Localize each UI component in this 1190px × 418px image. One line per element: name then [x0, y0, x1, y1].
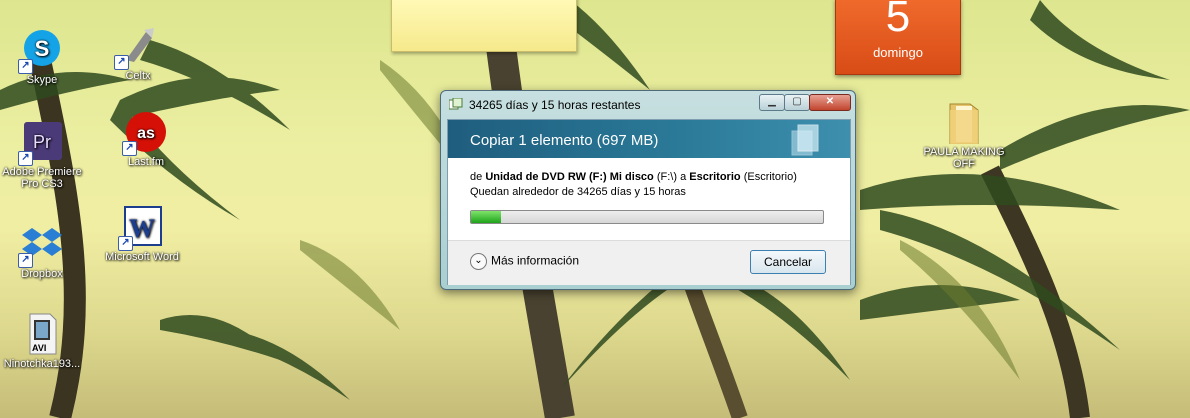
word-icon: W ↗	[118, 205, 164, 251]
copy-dialog[interactable]: 34265 días y 15 horas restantes ▁ ▢ ✕ Co…	[440, 90, 856, 290]
calendar-day: 5	[885, 0, 911, 41]
icon-label: Last.fm	[127, 156, 165, 168]
close-button[interactable]: ✕	[809, 94, 851, 111]
icon-label: Microsoft Word	[105, 251, 179, 263]
progress-fill	[471, 211, 501, 223]
from-prefix: de	[470, 171, 483, 183]
dialog-footer: ⌄ Más información Cancelar	[448, 240, 850, 285]
desktop-icon-lastfm[interactable]: as ↗ Last.fm	[100, 110, 192, 168]
dialog-header-band: Copiar 1 elemento (697 MB)	[448, 120, 850, 158]
more-info-toggle[interactable]: ⌄ Más información	[470, 253, 579, 270]
minimize-button[interactable]: ▁	[759, 94, 785, 111]
skype-icon: S ↗	[18, 28, 64, 74]
shortcut-arrow-icon: ↗	[18, 253, 33, 268]
copy-source-line: de Unidad de DVD RW (F:) Mi disco (F:\) …	[470, 170, 797, 185]
icon-label: Dropbox	[21, 268, 63, 280]
icon-label: Celtx	[125, 70, 151, 82]
destination-name[interactable]: Escritorio	[689, 171, 740, 183]
premiere-icon: Pr ↗	[18, 120, 64, 166]
desktop-icon-celtx[interactable]: ↗ Celtx	[92, 24, 184, 82]
desktop-icon-premiere[interactable]: Pr ↗ Adobe Premiere Pro CS3	[0, 120, 88, 190]
chevron-down-icon: ⌄	[470, 253, 487, 270]
copy-documents-icon	[791, 124, 819, 156]
copy-heading: Copiar 1 elemento (697 MB)	[470, 132, 659, 149]
icon-label: Skype	[26, 74, 58, 86]
copy-info: de Unidad de DVD RW (F:) Mi disco (F:\) …	[470, 170, 797, 200]
source-path: (F:\)	[656, 171, 678, 183]
shortcut-arrow-icon: ↗	[18, 59, 33, 74]
calendar-widget[interactable]: 5 domingo	[835, 0, 961, 75]
time-remaining: Quedan alrededor de 34265 días y 15 hora…	[470, 186, 686, 198]
shortcut-arrow-icon: ↗	[122, 141, 137, 156]
svg-text:Pr: Pr	[33, 132, 51, 152]
copy-progress-bar	[470, 210, 824, 224]
dialog-body: Copiar 1 elemento (697 MB) de Unidad de …	[447, 119, 851, 285]
calendar-weekday: domingo	[873, 45, 923, 60]
dialog-title: 34265 días y 15 horas restantes	[469, 98, 641, 112]
destination-path: (Escritorio)	[743, 171, 797, 183]
svg-text:S: S	[35, 36, 50, 61]
shortcut-arrow-icon: ↗	[18, 151, 33, 166]
avi-file-icon: AVI	[20, 312, 64, 356]
shortcut-arrow-icon: ↗	[118, 236, 133, 251]
to-word: a	[680, 171, 687, 183]
avi-badge: AVI	[32, 343, 47, 353]
svg-text:as: as	[137, 125, 155, 142]
desktop-icon-folder[interactable]: PAULA MAKING OFF	[918, 100, 1010, 170]
icon-label: Ninotchka193...	[3, 358, 81, 370]
desktop-icon-skype[interactable]: S ↗ Skype	[0, 28, 88, 86]
desktop: S ↗ Skype ↗ Celtx Pr ↗ Adobe Premiere Pr…	[0, 0, 1190, 418]
lastfm-icon: as ↗	[122, 110, 168, 156]
desktop-icon-dropbox[interactable]: ↗ Dropbox	[0, 222, 88, 280]
icon-label: PAULA MAKING OFF	[923, 146, 1005, 170]
folder-icon	[942, 100, 986, 145]
celtx-icon: ↗	[114, 24, 160, 70]
copy-window-icon	[449, 98, 463, 110]
shortcut-arrow-icon: ↗	[114, 55, 129, 70]
sticky-note-widget[interactable]	[391, 0, 577, 52]
dropbox-icon: ↗	[18, 222, 64, 268]
icon-label: Adobe Premiere Pro CS3	[2, 166, 82, 190]
desktop-icon-word[interactable]: W ↗ Microsoft Word	[96, 205, 188, 263]
cancel-button[interactable]: Cancelar	[750, 250, 826, 274]
desktop-icon-avi-file[interactable]: AVI Ninotchka193...	[0, 312, 88, 370]
dialog-titlebar[interactable]: 34265 días y 15 horas restantes ▁ ▢ ✕	[441, 91, 855, 117]
maximize-button[interactable]: ▢	[784, 94, 810, 111]
source-name[interactable]: Unidad de DVD RW (F:) Mi disco	[485, 171, 653, 183]
more-info-label: Más información	[491, 253, 580, 268]
